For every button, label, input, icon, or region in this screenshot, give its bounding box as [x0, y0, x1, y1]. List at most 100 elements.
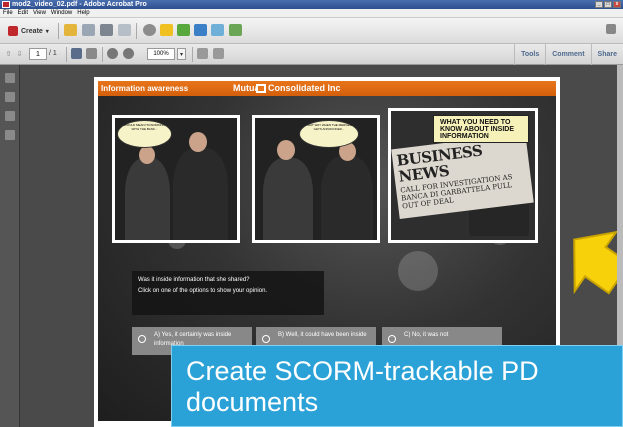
company-logo	[256, 84, 266, 93]
zoom-in-icon	[123, 48, 134, 59]
email-icon	[118, 24, 131, 36]
acrobat-app-icon	[2, 1, 10, 8]
speech-bubble: THAT WAY WHEN THE MERGER GETS ANNOUNCED.…	[299, 120, 359, 148]
person-head	[139, 146, 155, 164]
arrow-down-icon: ⇩	[16, 51, 23, 58]
comic-panel-3: BUSINESS NEWS CALL FOR INVESTIGATION AS …	[388, 108, 538, 243]
toolbar-divider	[136, 23, 137, 39]
radio-icon	[388, 335, 396, 343]
select-tool-button[interactable]	[71, 48, 82, 59]
hand-tool-button[interactable]	[86, 48, 97, 59]
zoom-out-button[interactable]	[107, 48, 118, 59]
window-title: mod2_video_02.pdf - Adobe Acrobat Pro	[12, 1, 147, 8]
banner-headline: Create SCORM-trackable PD	[186, 356, 539, 386]
toolbar-divider	[66, 47, 67, 62]
person-figure	[321, 156, 373, 240]
zoom-in-button[interactable]	[123, 48, 134, 59]
tab-share[interactable]: Share	[590, 44, 623, 65]
attach-icon	[211, 24, 224, 36]
acrobat-window: mod2_video_02.pdf - Adobe Acrobat Pro _ …	[0, 0, 623, 427]
radio-icon	[138, 335, 146, 343]
right-pane-tabs: Tools Comment Share	[514, 44, 623, 65]
export-icon	[229, 24, 242, 36]
email-button[interactable]	[118, 24, 131, 36]
comic-panel-2: THAT WAY WHEN THE MERGER GETS ANNOUNCED.…	[252, 115, 380, 243]
maximize-button[interactable]: □	[604, 1, 612, 8]
fit-page-icon	[213, 48, 224, 59]
option-c-label: C) No, it was not	[404, 332, 449, 338]
export-button[interactable]	[229, 24, 242, 36]
share-icon	[194, 24, 207, 36]
banner-headline-continued: documents	[186, 387, 319, 417]
hand-icon	[86, 48, 97, 59]
radio-icon	[262, 335, 270, 343]
fit-width-icon	[197, 48, 208, 59]
question-box: Was it inside information that she share…	[132, 271, 324, 315]
menu-edit[interactable]: Edit	[18, 9, 28, 17]
page-number-input[interactable]: 1	[29, 48, 47, 60]
menu-view[interactable]: View	[33, 9, 46, 17]
title-bar: mod2_video_02.pdf - Adobe Acrobat Pro _ …	[0, 0, 623, 9]
chevron-down-icon: ▾	[179, 51, 183, 58]
expand-icon	[606, 24, 616, 34]
slide-header-title: Information awareness	[101, 84, 189, 93]
folder-icon	[64, 24, 77, 36]
toolbar-divider	[192, 47, 193, 62]
highlight-button[interactable]	[177, 24, 190, 36]
cursor-icon	[71, 48, 82, 59]
person-figure	[173, 148, 228, 240]
save-icon	[82, 24, 95, 36]
zoom-level-select[interactable]: 100%	[147, 48, 175, 60]
fit-width-button[interactable]	[197, 48, 208, 59]
menu-bar: File Edit View Window Help	[0, 9, 623, 18]
next-page-button[interactable]: ⇩	[15, 48, 24, 60]
menu-window[interactable]: Window	[51, 9, 72, 17]
background-light	[398, 251, 438, 291]
chevron-down-icon: ▾	[45, 28, 49, 35]
tab-tools[interactable]: Tools	[514, 44, 545, 65]
signatures-icon[interactable]	[5, 130, 15, 140]
feature-banner: Create SCORM-trackable PD documents	[171, 345, 623, 427]
share-file-button[interactable]	[194, 24, 207, 36]
menu-help[interactable]: Help	[77, 9, 89, 17]
create-pdf-icon	[8, 26, 18, 36]
speech-bubble: WOULD MEAN I'M WORKING WITH THE BANK...	[117, 120, 172, 148]
main-toolbar: Create ▾	[0, 18, 623, 44]
attachments-icon[interactable]	[5, 111, 15, 121]
window-controls: _ □ x	[595, 1, 621, 8]
bookmarks-icon[interactable]	[5, 92, 15, 102]
fit-page-button[interactable]	[213, 48, 224, 59]
person-head	[189, 132, 207, 152]
create-button[interactable]: Create ▾	[4, 24, 53, 38]
expand-button[interactable]	[606, 24, 616, 34]
person-figure	[263, 158, 313, 240]
slide-header: Information awareness Mutual Consolidate…	[98, 81, 556, 96]
page-thumbnails-icon[interactable]	[5, 73, 15, 83]
zoom-dropdown-button[interactable]: ▾	[177, 48, 186, 60]
navigation-toolbar: ⇧ ⇩ 1 / 1 100% ▾ Tools Comment Share	[0, 44, 623, 65]
comment-icon	[160, 24, 173, 36]
settings-button[interactable]	[143, 24, 156, 36]
page-total: / 1	[49, 50, 57, 57]
company-suffix: Consolidated Inc	[268, 83, 341, 93]
menu-file[interactable]: File	[3, 9, 13, 17]
create-label: Create	[21, 27, 43, 35]
print-button[interactable]	[100, 24, 113, 36]
prev-page-button[interactable]: ⇧	[4, 48, 13, 60]
comic-panel-1: WOULD MEAN I'M WORKING WITH THE BANK...	[112, 115, 240, 243]
save-button[interactable]	[82, 24, 95, 36]
toolbar-divider	[102, 47, 103, 62]
close-button[interactable]: x	[613, 1, 621, 8]
highlight-icon	[177, 24, 190, 36]
arrow-up-icon: ⇧	[5, 51, 12, 58]
open-button[interactable]	[64, 24, 77, 36]
minimize-button[interactable]: _	[595, 1, 603, 8]
navigation-pane	[0, 65, 20, 427]
comment-button[interactable]	[160, 24, 173, 36]
gear-icon	[143, 24, 156, 36]
tab-comment[interactable]: Comment	[545, 44, 590, 65]
vertical-scrollbar[interactable]	[617, 65, 623, 365]
topic-callout: WHAT YOU NEED TO KNOW ABOUT INSIDE INFOR…	[433, 115, 529, 143]
attach-button[interactable]	[211, 24, 224, 36]
toolbar-divider	[58, 23, 59, 39]
